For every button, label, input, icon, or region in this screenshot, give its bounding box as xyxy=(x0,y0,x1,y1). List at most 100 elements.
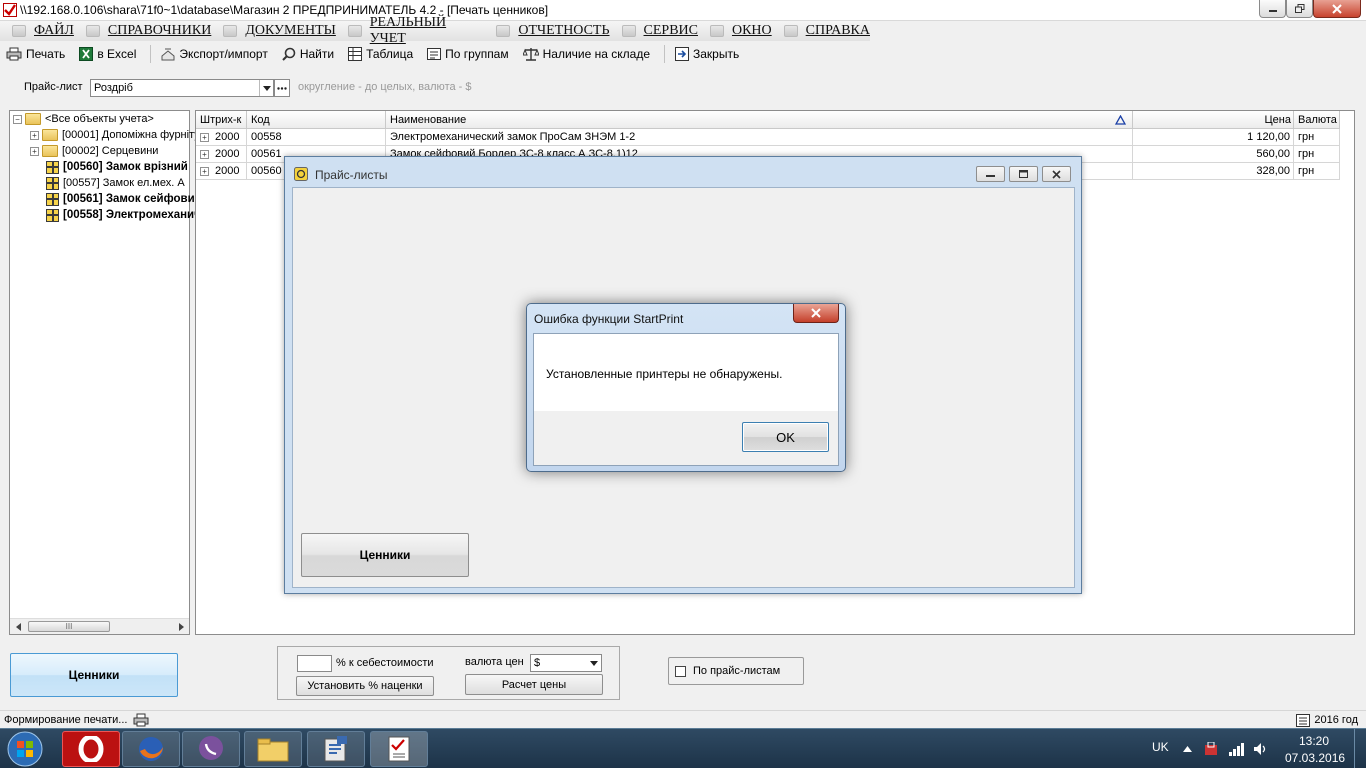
menu-window[interactable]: ОКНО xyxy=(709,23,772,39)
find-button[interactable]: Найти xyxy=(282,47,334,61)
set-markup-label: Установить % наценки xyxy=(307,680,423,692)
expand-icon[interactable]: + xyxy=(30,146,39,156)
taskbar-predprinimatel[interactable] xyxy=(370,731,428,767)
currency-label: валюта цен xyxy=(465,656,524,668)
firefox-icon xyxy=(139,737,163,761)
table-row[interactable]: + 2000 xyxy=(196,129,247,146)
column-code[interactable]: Код xyxy=(247,111,386,129)
close-icon xyxy=(811,308,821,318)
by-pricelists-label: По прайс-листам xyxy=(693,665,781,677)
menu-documents[interactable]: ДОКУМЕНТЫ xyxy=(223,23,336,39)
price-window-minimize[interactable] xyxy=(976,166,1005,182)
scroll-left-button[interactable] xyxy=(10,619,26,634)
menu-service[interactable]: СЕРВИС xyxy=(621,23,698,39)
tree-item-00002[interactable]: + [00002] Серцевини xyxy=(30,143,158,159)
cell-currency[interactable]: грн xyxy=(1294,163,1340,180)
by-pricelists-checkbox[interactable] xyxy=(675,665,686,677)
stock-button[interactable]: Наличие на складе xyxy=(522,47,650,61)
percent-input[interactable] xyxy=(297,655,332,672)
taskbar-firefox[interactable] xyxy=(122,731,180,767)
menu-reports[interactable]: ОТЧЕТНОСТЬ xyxy=(496,23,610,39)
tray-chevron-icon[interactable] xyxy=(1183,746,1192,752)
cell-code[interactable]: 00558 xyxy=(247,129,386,146)
cell-barcode: 2000 xyxy=(215,165,240,177)
close-window-button[interactable] xyxy=(1313,0,1361,18)
ok-label: OK xyxy=(776,429,795,445)
tree-item-00561[interactable]: [00561] Замок сейфовий xyxy=(43,191,202,207)
tree-horizontal-scrollbar[interactable]: III xyxy=(10,618,189,634)
menu-documents-icon xyxy=(223,25,238,37)
scroll-right-button[interactable] xyxy=(173,619,189,634)
find-label: Найти xyxy=(299,47,335,61)
menu-window-label: ОКНО xyxy=(731,23,772,38)
pricelist-more-button[interactable] xyxy=(274,79,290,97)
percent-label: % к себестоимости xyxy=(336,657,434,669)
by-pricelists-box[interactable]: По прайс-листам xyxy=(668,657,804,685)
export-import-button[interactable]: Экспорт/импорт xyxy=(161,47,268,61)
menu-real-accounting-icon xyxy=(347,25,362,37)
scroll-thumb[interactable]: III xyxy=(28,621,110,632)
row-expand-icon[interactable]: + xyxy=(200,149,209,159)
by-groups-button[interactable]: По группам xyxy=(427,47,509,61)
currency-select[interactable]: $ xyxy=(530,654,602,672)
excel-button[interactable]: в Excel xyxy=(79,47,136,61)
tree-item-label: [00001] Допоміжна фурнітура xyxy=(62,129,212,141)
set-markup-button[interactable]: Установить % наценки xyxy=(296,676,434,696)
price-window-maximize[interactable] xyxy=(1009,166,1038,182)
cell-price[interactable]: 560,00 xyxy=(1133,146,1294,163)
taskbar-opera[interactable] xyxy=(62,731,120,767)
tree-root-label: <Все объекты учета> xyxy=(45,113,154,125)
taskbar-explorer[interactable] xyxy=(244,731,302,767)
column-barcode[interactable]: Штрих-к xyxy=(196,111,247,129)
cell-currency[interactable]: грн xyxy=(1294,129,1340,146)
network-signal-icon[interactable] xyxy=(1229,742,1245,756)
show-desktop-button[interactable] xyxy=(1354,729,1366,768)
by-groups-label: По группам xyxy=(445,47,509,61)
column-name[interactable]: Наименование xyxy=(386,111,1133,129)
column-currency[interactable]: Валюта xyxy=(1294,111,1340,129)
search-icon xyxy=(282,47,296,61)
price-tags-dialog-button[interactable]: Ценники xyxy=(301,533,469,577)
cell-currency[interactable]: грн xyxy=(1294,146,1340,163)
clock-time[interactable]: 13:20 xyxy=(1299,734,1329,748)
restore-button[interactable] xyxy=(1286,0,1313,18)
price-window-close[interactable] xyxy=(1042,166,1071,182)
language-indicator[interactable]: UK xyxy=(1152,740,1169,754)
volume-icon[interactable] xyxy=(1253,742,1269,756)
tree-root[interactable]: − <Все объекты учета> xyxy=(10,111,154,127)
minimize-button[interactable] xyxy=(1259,0,1286,18)
ok-button[interactable]: OK xyxy=(742,422,829,452)
cell-name[interactable]: Электромеханический замок ПроСам ЗНЭМ 1-… xyxy=(386,129,1133,146)
calc-price-button[interactable]: Расчет цены xyxy=(465,674,603,695)
tree-item-00557[interactable]: [00557] Замок ел.мех. A xyxy=(43,175,185,191)
expand-icon[interactable]: + xyxy=(30,130,39,140)
table-row[interactable]: + 2000 xyxy=(196,146,247,163)
cell-price[interactable]: 328,00 xyxy=(1133,163,1294,180)
tray-security-icon[interactable] xyxy=(1204,742,1218,756)
taskbar-viber[interactable] xyxy=(182,731,240,767)
error-dialog-close-button[interactable] xyxy=(793,304,839,323)
tree-item-00001[interactable]: + [00001] Допоміжна фурнітура xyxy=(30,127,212,143)
close-tool-button[interactable]: Закрыть xyxy=(675,47,739,61)
menu-help[interactable]: СПРАВКА xyxy=(783,23,870,39)
pricelist-dropdown-arrow[interactable] xyxy=(259,80,273,96)
menu-file[interactable]: ФАЙЛ xyxy=(12,23,74,39)
row-expand-icon[interactable]: + xyxy=(200,166,209,176)
row-expand-icon[interactable]: + xyxy=(200,132,209,142)
tree-item-00560[interactable]: [00560] Замок врізний xyxy=(43,159,188,175)
start-button[interactable] xyxy=(4,730,46,768)
price-tags-button[interactable]: Ценники xyxy=(10,653,178,697)
column-price[interactable]: Цена xyxy=(1133,111,1294,129)
menu-file-icon xyxy=(12,25,26,37)
collapse-icon[interactable]: − xyxy=(13,114,22,124)
table-row[interactable]: + 2000 xyxy=(196,163,247,180)
taskbar-app-1[interactable] xyxy=(307,731,365,767)
clock-date[interactable]: 07.03.2016 xyxy=(1285,751,1345,765)
print-button[interactable]: Печать xyxy=(6,47,65,61)
currency-dropdown-arrow[interactable] xyxy=(587,655,601,671)
menu-documents-label: ДОКУМЕНТЫ xyxy=(245,23,336,38)
pricelist-select[interactable]: Роздріб xyxy=(90,79,274,97)
cell-price[interactable]: 1 120,00 xyxy=(1133,129,1294,146)
menu-references[interactable]: СПРАВОЧНИКИ xyxy=(85,23,211,39)
table-button[interactable]: Таблица xyxy=(348,47,413,61)
